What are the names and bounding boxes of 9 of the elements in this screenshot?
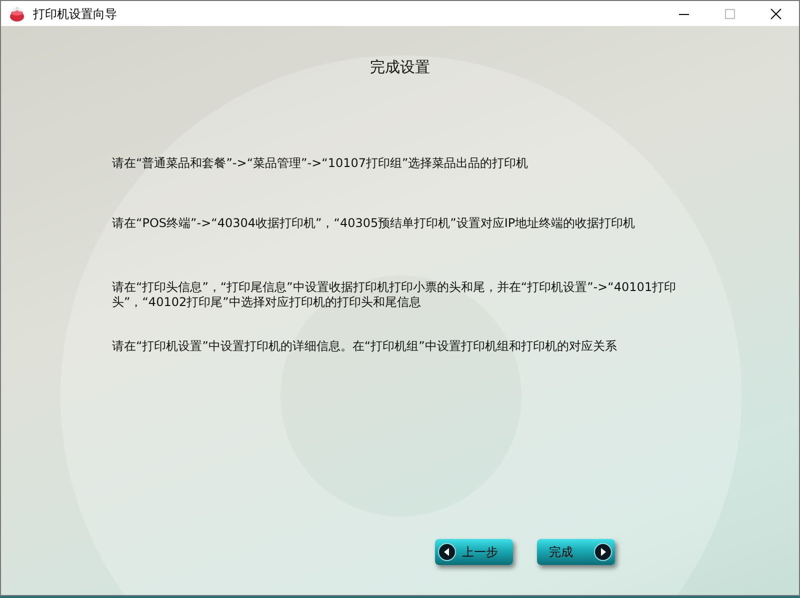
instruction-text: 请在“打印机设置”中设置打印机的详细信息。在“打印机组”中设置打印机组和打印机的对应关系 (112, 338, 618, 354)
app-icon (9, 6, 25, 22)
finish-button[interactable]: 完成 (537, 539, 615, 565)
page-heading: 完成设置 (369, 57, 431, 78)
instruction-text: 请在“打印头信息”，“打印尾信息”中设置收据打印机打印小票的头和尾，并在“打印机设置”->“40101打印头”，“40102打印尾”中选择对应打印机的打印头和尾信息 (112, 280, 678, 310)
window-title: 打印机设置向导 (33, 6, 118, 22)
instruction-text: 请在“普通菜品和套餐”->“菜品管理”->“10107打印组”选择菜品出品的打印机 (112, 156, 530, 170)
back-button[interactable]: 上一步 (435, 539, 513, 565)
instruction-text: 请在“POS终端”->“40304收据打印机”，“40305预结单打印机”设置对应IP地址终端的收据打印机 (112, 216, 636, 230)
